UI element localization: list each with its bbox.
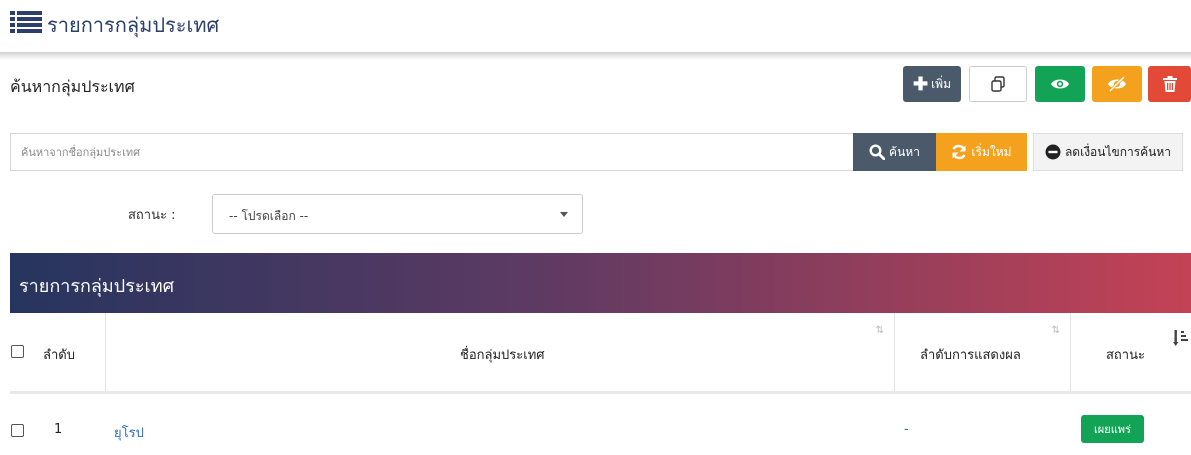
header-divider: [0, 52, 1191, 60]
row-display-order: -: [904, 422, 909, 437]
row-checkbox[interactable]: [11, 424, 24, 437]
refresh-icon: [952, 144, 967, 160]
search-icon: [869, 144, 886, 160]
list-icon: [10, 11, 42, 33]
column-order-label: ลำดับ: [43, 348, 75, 363]
page-header: รายการกลุ่มประเทศ: [0, 0, 1191, 52]
reduce-filters-label: ลดเงื่อนไขการค้นหา: [1064, 144, 1172, 159]
hide-button[interactable]: [1092, 66, 1142, 102]
page-title: รายการกลุ่มประเทศ: [47, 13, 220, 37]
column-display-order[interactable]: ⇅ ลำดับการแสดงผล: [895, 313, 1071, 393]
column-status-label: สถานะ: [1106, 348, 1145, 363]
copy-button[interactable]: [969, 66, 1027, 102]
row-number: 1: [54, 422, 63, 437]
table-header: ลำดับ ⇅ ชื่อกลุ่มประเทศ ⇅ ลำดับการแสดงผล…: [10, 313, 1191, 393]
plus-icon: ✚: [912, 74, 929, 94]
status-select-value: -- โปรดเลือก --: [229, 209, 309, 223]
reset-button[interactable]: เริ่มใหม่: [936, 133, 1027, 171]
sort-arrows-icon: ⇅: [1051, 325, 1060, 336]
status-select[interactable]: -- โปรดเลือก --: [212, 194, 583, 234]
eye-slash-icon: [1108, 76, 1126, 92]
select-all-checkbox[interactable]: [11, 345, 24, 358]
minus-circle-icon: [1045, 144, 1061, 160]
column-status[interactable]: สถานะ: [1071, 313, 1191, 393]
reset-button-label: เริ่มใหม่: [971, 144, 1012, 159]
table-header-divider: [10, 391, 1191, 394]
add-button[interactable]: ✚ เพิ่ม: [903, 66, 961, 102]
status-filter-label: สถานะ :: [128, 208, 176, 223]
column-display-order-label: ลำดับการแสดงผล: [920, 348, 1021, 363]
column-order[interactable]: ลำดับ: [42, 313, 105, 393]
copy-icon: [991, 76, 1005, 92]
delete-button[interactable]: [1148, 66, 1191, 102]
caret-down-icon: [560, 212, 568, 217]
sort-arrows-icon: ⇅: [875, 325, 884, 336]
table-row: 1 ยุโรป - เผยแพร่: [10, 395, 1191, 455]
table-panel-header: รายการกลุ่มประเทศ: [10, 253, 1191, 313]
add-button-label: เพิ่ม: [931, 76, 951, 91]
column-name[interactable]: ⇅ ชื่อกลุ่มประเทศ: [105, 313, 895, 393]
table-panel-title: รายการกลุ่มประเทศ: [19, 276, 174, 297]
header-checkbox-cell: [10, 313, 42, 393]
eye-icon: [1051, 79, 1069, 89]
search-section-title: ค้นหากลุ่มประเทศ: [10, 77, 135, 96]
search-box: [10, 133, 853, 171]
trash-icon: [1162, 76, 1177, 92]
column-name-label: ชื่อกลุ่มประเทศ: [460, 348, 545, 363]
row-name-link[interactable]: ยุโรป: [114, 422, 144, 443]
status-badge[interactable]: เผยแพร่: [1081, 415, 1144, 443]
show-button[interactable]: [1035, 66, 1085, 102]
sort-amount-down-icon: [1173, 330, 1188, 346]
search-input[interactable]: [11, 134, 853, 170]
search-button[interactable]: ค้นหา: [853, 133, 936, 171]
search-button-label: ค้นหา: [889, 144, 920, 159]
reduce-filters-button[interactable]: ลดเงื่อนไขการค้นหา: [1033, 133, 1183, 171]
